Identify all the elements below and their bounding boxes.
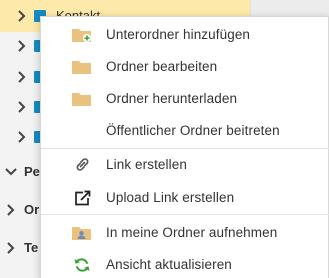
- chevron-right-icon[interactable]: [15, 70, 29, 84]
- chevron-right-icon[interactable]: [4, 203, 18, 217]
- menu-item-download-folder[interactable]: Ordner herunterladen: [41, 83, 329, 115]
- folder-icon: [71, 90, 93, 108]
- menu-item-join-public-folder[interactable]: Öffentlicher Ordner beitreten: [41, 115, 329, 147]
- menu-item-label: Ansicht aktualisieren: [106, 257, 232, 272]
- link-icon: [71, 156, 93, 174]
- menu-item-label: Ordner bearbeiten: [106, 59, 218, 74]
- menu-item-create-upload-link[interactable]: Upload Link erstellen: [41, 182, 329, 214]
- folder-icon: [71, 58, 93, 76]
- user-folder-icon: [71, 224, 93, 242]
- refresh-icon: [71, 256, 93, 274]
- section-label: Or: [24, 202, 40, 217]
- external-link-icon: [71, 189, 93, 207]
- folder-add-icon: [71, 26, 93, 44]
- chevron-right-icon[interactable]: [4, 241, 18, 255]
- menu-item-add-to-my-folders[interactable]: In meine Ordner aufnehmen: [41, 217, 329, 249]
- menu-item-create-link[interactable]: Link erstellen: [41, 149, 329, 181]
- menu-item-edit-folder[interactable]: Ordner bearbeiten: [41, 51, 329, 83]
- menu-item-refresh-view[interactable]: Ansicht aktualisieren: [41, 249, 329, 278]
- menu-item-label: In meine Ordner aufnehmen: [106, 225, 278, 240]
- menu-item-add-subfolder[interactable]: Unterordner hinzufügen: [41, 19, 329, 51]
- menu-item-label: Öffentlicher Ordner beitreten: [106, 123, 280, 138]
- chevron-right-icon[interactable]: [15, 9, 29, 23]
- context-menu: Unterordner hinzufügen Ordner bearbeiten…: [40, 16, 329, 278]
- section-label: Pe: [24, 164, 40, 179]
- chevron-right-icon[interactable]: [15, 39, 29, 53]
- menu-separator: [41, 214, 329, 215]
- chevron-right-icon[interactable]: [15, 100, 29, 114]
- chevron-right-icon[interactable]: [15, 130, 29, 144]
- menu-item-label: Unterordner hinzufügen: [106, 27, 251, 42]
- menu-item-label: Link erstellen: [106, 157, 187, 172]
- menu-item-label: Upload Link erstellen: [106, 190, 235, 205]
- section-label: Te: [24, 240, 39, 255]
- app-window: Kontakt...: [0, 0, 329, 278]
- menu-item-label: Ordner herunterladen: [106, 91, 238, 106]
- chevron-down-icon[interactable]: [4, 165, 18, 179]
